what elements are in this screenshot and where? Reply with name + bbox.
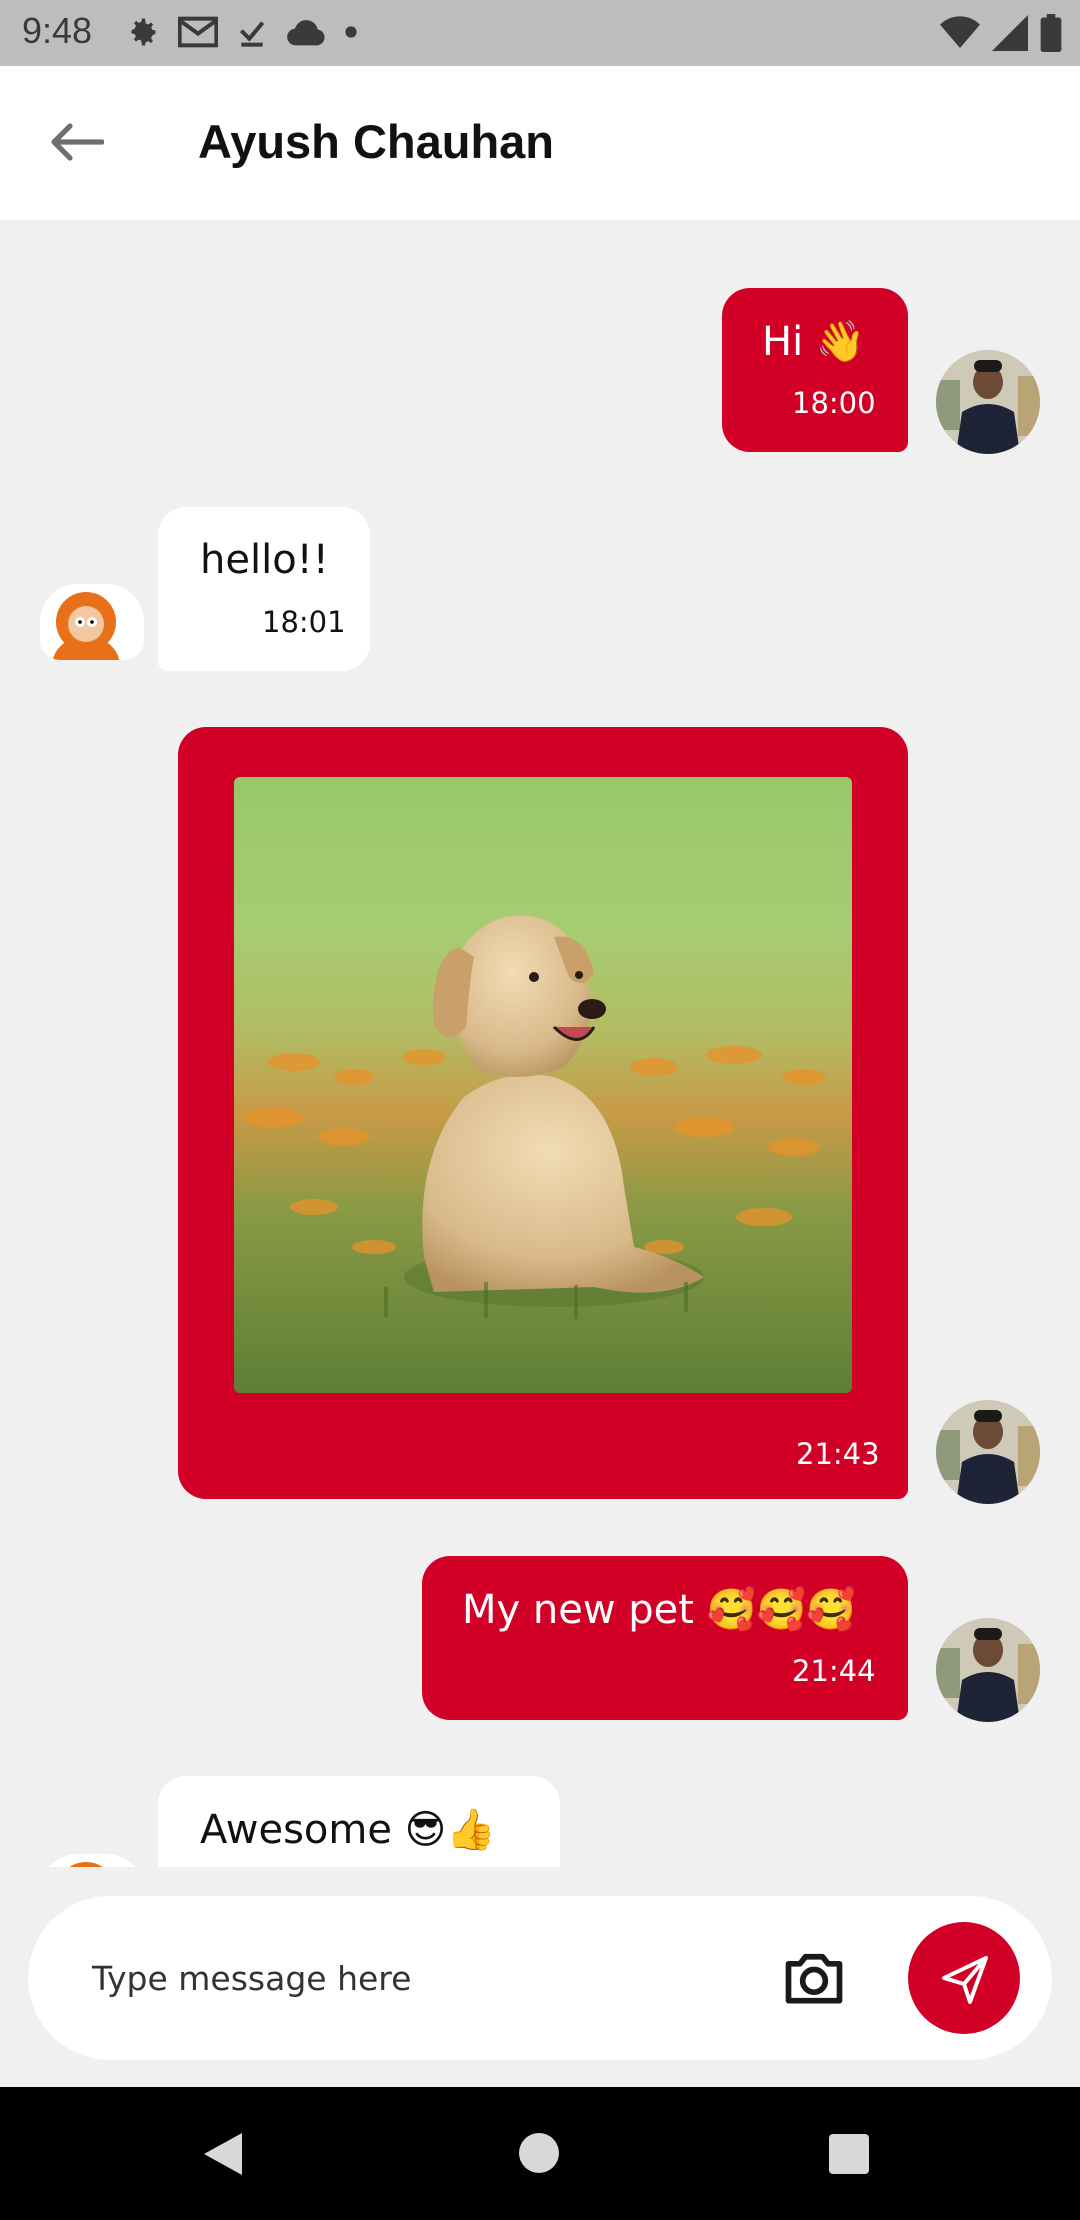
message-time: 21:43	[796, 1437, 880, 1471]
camera-icon	[785, 1953, 843, 2004]
chat-title: Ayush Chauhan	[198, 115, 555, 168]
nav-recents-icon[interactable]	[829, 2134, 869, 2174]
person-avatar-icon	[936, 1618, 1040, 1722]
battery-icon	[1040, 14, 1062, 52]
send-button[interactable]	[908, 1922, 1020, 2034]
gmail-icon	[178, 16, 218, 48]
nav-back-icon[interactable]	[202, 2131, 246, 2177]
download-done-icon	[239, 21, 265, 47]
message-composer: Type message here	[28, 1896, 1052, 2060]
avatar[interactable]	[40, 584, 144, 660]
message-text: hello!!	[200, 537, 329, 583]
status-bar: 9:48	[0, 0, 1080, 66]
cloud-icon	[287, 20, 325, 46]
wifi-icon	[940, 16, 980, 48]
message-input[interactable]: Type message here	[92, 1946, 692, 2010]
message-time: 21:44	[792, 1654, 876, 1688]
avatar[interactable]	[936, 1400, 1040, 1504]
person-avatar-icon	[936, 1400, 1040, 1504]
camera-button[interactable]	[780, 1944, 848, 2012]
app-bar: Ayush Chauhan	[0, 66, 1080, 220]
puppy-photo	[234, 777, 852, 1393]
person-avatar-icon	[936, 350, 1040, 454]
gear-icon	[131, 18, 156, 46]
avatar[interactable]	[936, 350, 1040, 454]
message-time: 18:00	[792, 386, 876, 420]
message-bubble-image[interactable]: 21:43	[178, 727, 908, 1499]
nav-home-icon[interactable]	[519, 2133, 559, 2173]
arrow-left-icon	[51, 123, 104, 161]
status-notification-icons	[124, 14, 358, 50]
message-bubble-incoming[interactable]: hello!! 18:01	[158, 507, 370, 671]
send-icon	[942, 1956, 988, 2004]
message-time: 18:01	[262, 605, 346, 639]
message-text: Awesome 😎👍	[200, 1807, 497, 1853]
message-bubble-outgoing[interactable]: My new pet 🥰🥰🥰 21:44	[422, 1556, 908, 1720]
signal-icon	[992, 15, 1028, 51]
kenny-avatar-icon	[40, 1854, 144, 1867]
message-text: My new pet 🥰🥰🥰	[462, 1587, 857, 1633]
back-button[interactable]	[40, 110, 112, 174]
status-system-icons	[940, 14, 1062, 52]
avatar[interactable]	[40, 1854, 144, 1867]
message-bubble-outgoing[interactable]: Hi 👋 18:00	[722, 288, 908, 452]
avatar[interactable]	[936, 1618, 1040, 1722]
message-text: Hi 👋	[762, 319, 866, 365]
message-bubble-incoming[interactable]: Awesome 😎👍	[158, 1776, 560, 1867]
system-nav-bar	[0, 2087, 1080, 2220]
status-time: 9:48	[22, 10, 93, 51]
dot-icon	[345, 26, 357, 38]
message-list[interactable]: Hi 👋 18:00 hello!! 18:01 21:43 My new pe…	[0, 220, 1080, 1867]
message-image[interactable]	[234, 777, 852, 1393]
kenny-avatar-icon	[40, 584, 144, 660]
